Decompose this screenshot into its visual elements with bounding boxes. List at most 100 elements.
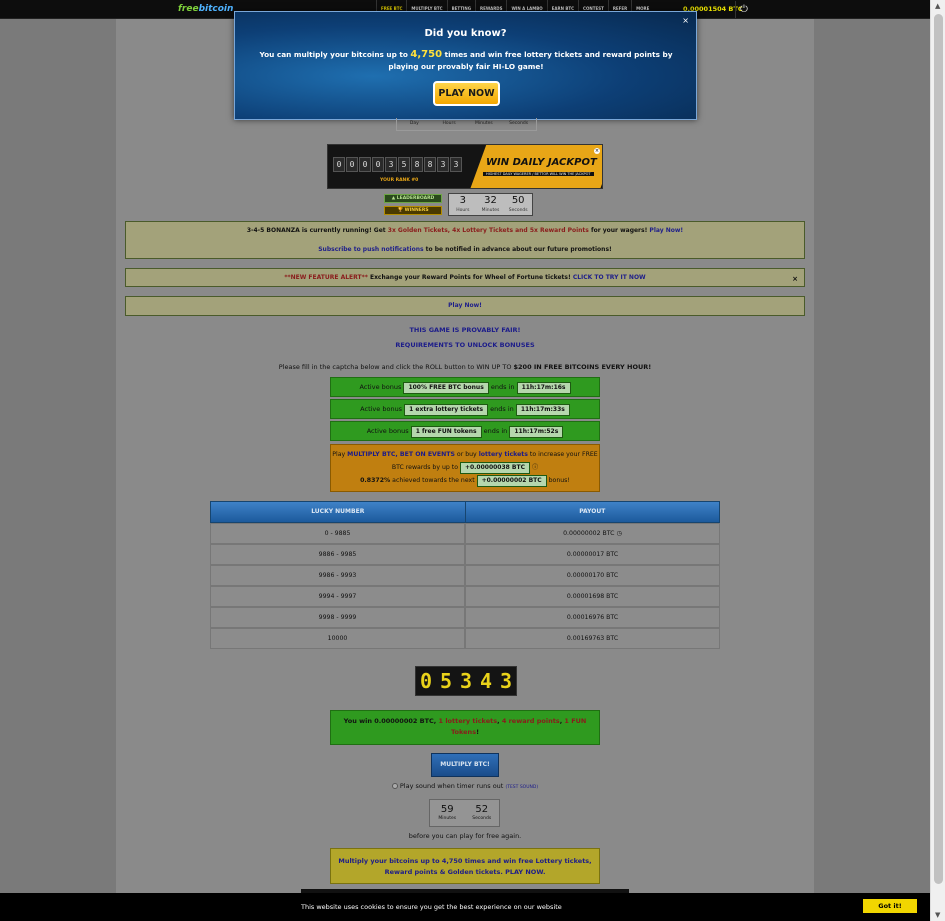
scrollbar-thumb[interactable] [934,14,943,884]
payout-column: 0.00000002 BTC ◷ 0.00000017 BTC 0.000001… [465,523,720,649]
sound-label: Play sound when timer runs out [399,782,504,790]
cookie-bar: This website uses cookies to ensure you … [0,893,930,921]
requirements-link[interactable]: REQUIREMENTS TO UNLOCK BONUSES [0,341,930,349]
timer-minutes: 32 [484,195,497,206]
multiply-promo-box[interactable]: Multiply your bitcoins up to 4,750 times… [330,848,600,884]
test-sound-link[interactable]: (TEST SOUND) [505,785,538,790]
timer-seconds: 50 [511,195,525,206]
jackpot-digits: 0 0 0 0 3 5 8 8 3 3 [333,157,462,172]
roll-digit: 5 [439,669,453,693]
jackpot-digit: 0 [359,157,371,172]
jackpot-digit: 8 [411,157,423,172]
active-bonus-row: Active bonus 100% FREE BTC bonus ends in… [330,377,600,397]
jackpot-digit: 3 [450,157,462,172]
table-cell: 0.00000017 BTC [465,544,720,565]
modal-title: Did you know? [424,28,507,39]
cookie-text: This website uses cookies to ensure you … [301,903,562,911]
bonus-name: 1 free FUN tokens [410,426,482,438]
modal-text: You can multiply your bitcoins up to 4,7… [259,49,673,71]
feature-alert-tag: **NEW FEATURE ALERT** [284,274,368,281]
jackpot-digit: 0 [333,157,345,172]
jackpot-digit: 0 [372,157,384,172]
lottery-tickets-link[interactable]: lottery tickets [479,451,528,458]
next-reward: +0.00000002 BTC [476,475,547,487]
daily-jackpot-banner[interactable]: 0 0 0 0 3 5 8 8 3 3 WIN DAILY JACKPOT HI… [327,144,603,189]
feature-alert-link[interactable]: CLICK TO TRY IT NOW [573,274,646,281]
header-payout: PAYOUT [464,502,720,522]
timer-hours: 3 [459,195,467,206]
top-countdown: Day Hours Minutes Seconds [396,118,537,131]
timer-seconds-label: Seconds [472,816,492,821]
active-bonus-row: Active bonus 1 extra lottery tickets end… [330,399,600,419]
timer-seconds-label: Seconds [508,208,528,213]
table-cell: 0.00001698 BTC [465,586,720,607]
before-free-text: before you can play for free again. [408,832,522,840]
subscribe-text: to be notified in advance about our futu… [423,246,612,253]
bonus-name: 1 extra lottery tickets [404,404,489,416]
countdown-minutes-label: Minutes [475,121,493,126]
sound-option: Play sound when timer runs out (TEST SOU… [0,782,930,790]
logout-power-icon[interactable]: ⏻ [735,1,752,18]
jackpot-title: WIN DAILY JACKPOT [486,157,597,168]
roll-digit: 0 [419,669,433,693]
roll-digit: 3 [499,669,513,693]
table-cell: 9998 - 9999 [210,607,465,628]
countdown-hours-label: Hours [442,121,456,126]
progress-percent: 0.8372% [360,477,391,484]
table-cell: 0 - 9885 [210,523,465,544]
banner-close-icon[interactable]: × [594,148,600,154]
play-now-bar[interactable]: Play Now! [125,296,805,316]
table-cell: 0.00169763 BTC [465,628,720,649]
vertical-scrollbar[interactable]: ▲ ▼ [930,0,945,921]
bonanza-text2: for your wagers! [588,227,650,234]
bonanza-play-link[interactable]: Play Now! [649,227,683,234]
bonus-time: 11h:17m:33s [515,404,570,416]
timer-minutes-label: Minutes [438,816,457,821]
table-cell: 0.00016976 BTC [465,607,720,628]
feature-alert-text: Exchange your Reward Points for Wheel of… [367,274,573,281]
reward-progress-box: Play MULTIPLY BTC, BET ON EVENTS or buy … [330,444,600,492]
winners-button[interactable]: 🏆 WINNERS [384,206,442,215]
sound-radio[interactable] [391,783,398,789]
close-icon[interactable]: × [682,16,689,25]
timer-minutes: 59 [440,804,454,815]
table-header: LUCKY NUMBER PAYOUT [210,501,720,523]
multiply-btc-button[interactable]: MULTIPLY BTC! [431,753,499,777]
bonanza-text: 3-4-5 BONANZA is currently running! Get [246,227,388,234]
leaderboard-button[interactable]: ▲ LEADERBOARD [384,194,442,203]
jackpot-rank: YOUR RANK #0 [380,178,419,183]
scroll-up-icon[interactable]: ▲ [935,2,940,10]
multiply-bet-link[interactable]: MULTIPLY BTC, BET ON EVENTS [347,451,455,458]
cookie-accept-button[interactable]: Got it! [863,899,917,913]
roll-digit: 3 [459,669,473,693]
bonanza-box: 3-4-5 BONANZA is currently running! Get … [125,221,805,259]
jackpot-digit: 3 [385,157,397,172]
payout-table: LUCKY NUMBER PAYOUT 0 - 9885 9886 - 9985… [210,501,720,649]
play-now-link[interactable]: Play Now! [448,302,482,309]
table-cell: 0.00000170 BTC [465,565,720,586]
jackpot-digit: 8 [424,157,436,172]
info-icon[interactable]: ⓘ [532,464,538,471]
did-you-know-modal: × Did you know? You can multiply your bi… [234,11,697,120]
jackpot-digit: 0 [346,157,358,172]
win-result-box: You win 0.00000002 BTC, 1 lottery ticket… [330,710,600,745]
table-cell: 9886 - 9985 [210,544,465,565]
site-logo[interactable]: freebitcoin [178,4,233,14]
scroll-down-icon[interactable]: ▼ [935,911,940,919]
table-cell: 9986 - 9993 [210,565,465,586]
subscribe-push-link[interactable]: Subscribe to push notifications [318,246,423,253]
header-lucky-number: LUCKY NUMBER [311,508,365,515]
jackpot-digit: 5 [398,157,410,172]
jackpot-timer: 3 Hours 32 Minutes 50 Seconds [448,193,533,216]
active-bonus-row: Active bonus 1 free FUN tokens ends in 1… [330,421,600,441]
table-cell: 9994 - 9997 [210,586,465,607]
feature-alert-box: **NEW FEATURE ALERT** Exchange your Rewa… [125,268,805,287]
play-now-button[interactable]: PLAY NOW [433,81,500,106]
timer-minutes-label: Minutes [481,208,500,213]
countdown-seconds-label: Seconds [509,121,529,126]
provably-fair-link[interactable]: THIS GAME IS PROVABLY FAIR! [0,326,930,334]
jackpot-digit: 3 [437,157,449,172]
bonus-name: 100% FREE BTC bonus [403,382,489,394]
close-icon[interactable]: × [792,271,798,288]
bonanza-highlight: 3x Golden Tickets, 4x Lottery Tickets an… [387,227,589,234]
